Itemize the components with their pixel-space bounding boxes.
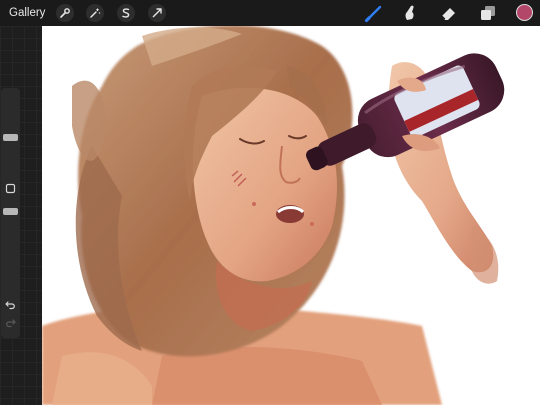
current-color-swatch[interactable] xyxy=(516,4,533,21)
redo-icon[interactable] xyxy=(4,316,17,329)
wrench-icon[interactable] xyxy=(56,4,74,22)
drawing-canvas[interactable] xyxy=(42,26,540,405)
brush-size-slider[interactable] xyxy=(3,134,18,141)
opacity-slider[interactable] xyxy=(3,208,18,215)
artwork-painting xyxy=(42,26,505,405)
square-icon[interactable] xyxy=(4,182,17,195)
gallery-button[interactable]: Gallery xyxy=(9,6,45,20)
layers-icon[interactable] xyxy=(478,3,498,23)
eraser-icon[interactable] xyxy=(439,3,459,23)
brush-icon[interactable] xyxy=(364,3,384,23)
magic-wand-icon[interactable] xyxy=(86,4,104,22)
top-toolbar: Gallery xyxy=(0,0,540,26)
sidebar-controls xyxy=(1,88,20,338)
undo-icon[interactable] xyxy=(4,298,17,311)
smudge-icon[interactable] xyxy=(400,3,420,23)
selection-s-icon[interactable] xyxy=(117,4,135,22)
transform-arrow-icon[interactable] xyxy=(148,4,166,22)
left-sidebar xyxy=(0,26,42,405)
